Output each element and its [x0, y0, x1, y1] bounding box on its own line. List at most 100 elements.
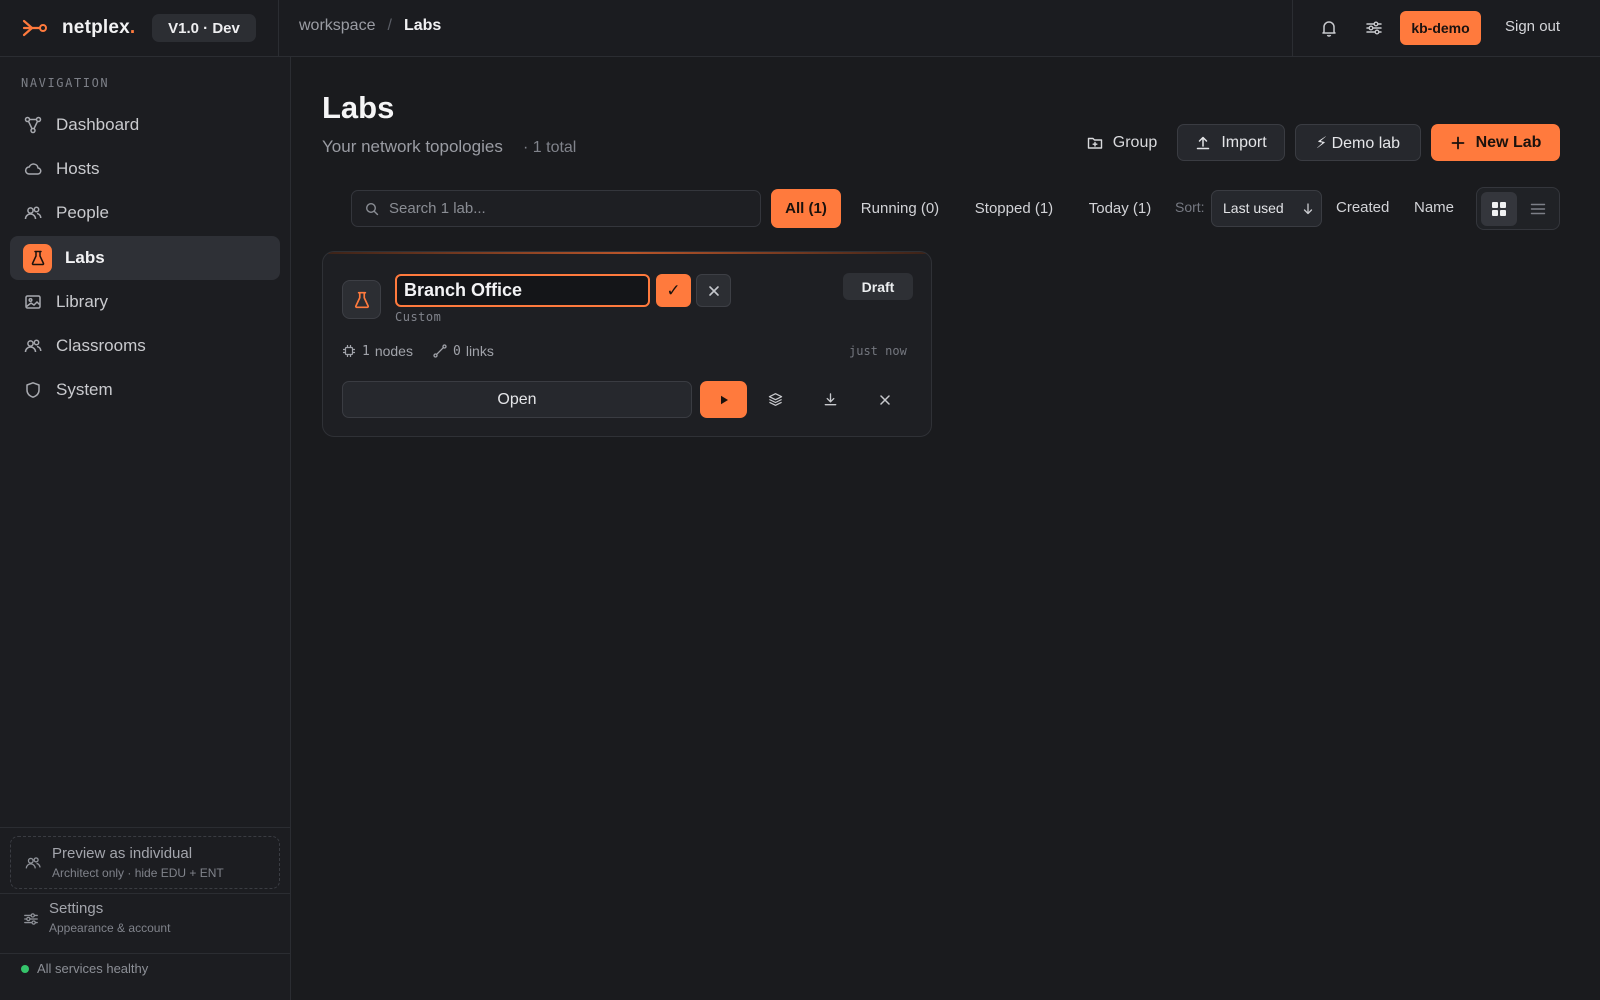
- sort-select[interactable]: Last used: [1211, 190, 1322, 227]
- service-health-status: All services healthy: [21, 961, 148, 976]
- brand-dot: .: [129, 17, 136, 38]
- sidebar-item-system[interactable]: System: [10, 368, 280, 412]
- people-icon: [24, 204, 42, 222]
- grid-view-button[interactable]: [1481, 192, 1517, 226]
- image-icon: [24, 293, 42, 311]
- links-label: links: [465, 343, 494, 359]
- list-view-button[interactable]: [1520, 192, 1556, 226]
- new-lab-button[interactable]: New Lab: [1431, 124, 1560, 161]
- sidebar-item-classrooms[interactable]: Classrooms: [10, 324, 280, 368]
- new-lab-label: New Lab: [1475, 133, 1542, 151]
- nav-heading: NAVIGATION: [21, 76, 110, 90]
- chip-icon: [342, 344, 356, 358]
- top-bar: netplex. V1.0 · Dev workspace / Labs kb-…: [0, 0, 1600, 57]
- group-button[interactable]: Group: [1076, 124, 1168, 161]
- sort-option-name[interactable]: Name: [1414, 199, 1454, 216]
- sign-out-button[interactable]: Sign out: [1505, 18, 1560, 35]
- flask-icon: [342, 280, 381, 319]
- search-input[interactable]: [389, 191, 749, 226]
- start-lab-button[interactable]: [700, 381, 747, 418]
- topology-icon: [24, 116, 42, 134]
- confirm-rename-button[interactable]: ✓: [656, 274, 691, 307]
- divider: [0, 827, 291, 828]
- sidebar-item-library[interactable]: Library: [10, 280, 280, 324]
- plus-icon: [1450, 135, 1466, 151]
- last-used-time: just now: [849, 344, 907, 358]
- notifications-button[interactable]: [1317, 16, 1341, 40]
- lab-count: · 1 total: [523, 139, 577, 156]
- layers-icon: [768, 393, 782, 406]
- sidebar-item-dashboard[interactable]: Dashboard: [10, 103, 280, 147]
- cancel-rename-button[interactable]: [696, 274, 731, 307]
- nodes-label: nodes: [374, 343, 413, 359]
- search-field[interactable]: [351, 190, 761, 227]
- preview-title: Preview as individual: [52, 845, 193, 862]
- preview-subtitle: Architect only · hide EDU + ENT: [52, 866, 224, 880]
- group-label: Group: [1112, 133, 1158, 151]
- page-subtitle: Your network topologies: [322, 137, 503, 156]
- sort-option-created[interactable]: Created: [1336, 199, 1389, 216]
- delete-lab-button[interactable]: [865, 381, 905, 418]
- links-count: 0: [453, 343, 461, 359]
- preview-as-individual-toggle[interactable]: Preview as individual Architect only · h…: [10, 836, 280, 889]
- download-button[interactable]: [810, 381, 850, 418]
- preferences-button[interactable]: [1362, 16, 1386, 40]
- link-icon: [433, 344, 447, 358]
- health-label: All services healthy: [37, 961, 149, 976]
- filter-running[interactable]: Running (0): [850, 189, 950, 228]
- list-icon: [1530, 203, 1546, 215]
- breadcrumb: workspace / Labs: [299, 17, 441, 35]
- user-chip[interactable]: kb-demo: [1400, 11, 1481, 45]
- settings-subtitle: Appearance & account: [49, 921, 171, 935]
- sidebar-item-label: Classrooms: [56, 336, 146, 355]
- play-icon: [720, 395, 728, 404]
- search-icon: [365, 202, 379, 216]
- close-icon: [880, 394, 890, 405]
- page-title: Labs: [322, 90, 395, 125]
- sliders-icon: [23, 911, 41, 929]
- arrow-down-icon: [1302, 202, 1314, 216]
- divider: [0, 893, 291, 894]
- bell-icon: [1322, 21, 1336, 37]
- filter-today[interactable]: Today (1): [1078, 189, 1162, 228]
- nodes-count: 1: [362, 343, 370, 359]
- status-dot-icon: [21, 964, 29, 973]
- classroom-icon: [24, 337, 42, 355]
- divider: [278, 0, 279, 57]
- people-icon: [25, 855, 43, 873]
- download-icon: [824, 393, 836, 406]
- cloud-icon: [24, 160, 42, 178]
- open-lab-button[interactable]: Open: [342, 381, 692, 418]
- sidebar-item-people[interactable]: People: [10, 191, 280, 235]
- demo-lab-label: ⚡ Demo lab: [1315, 134, 1401, 152]
- breadcrumb-current: Labs: [403, 17, 442, 34]
- view-toggle: [1476, 187, 1560, 230]
- sort-label: Sort:: [1175, 199, 1205, 215]
- import-label: Import: [1221, 133, 1267, 151]
- filter-stopped[interactable]: Stopped (1): [963, 189, 1065, 228]
- sidebar-item-label: Dashboard: [56, 115, 140, 134]
- settings-title: Settings: [49, 900, 104, 917]
- upload-icon: [1195, 135, 1211, 151]
- breadcrumb-root[interactable]: workspace: [299, 17, 375, 35]
- layers-button[interactable]: [755, 381, 795, 418]
- flask-icon: [23, 243, 52, 273]
- sidebar-item-label: People: [56, 203, 109, 222]
- lab-name-input[interactable]: [395, 274, 650, 307]
- sliders-icon: [1366, 21, 1382, 35]
- sidebar-item-hosts[interactable]: Hosts: [10, 147, 280, 191]
- sidebar: NAVIGATION Dashboard Hosts People Labs L…: [0, 57, 291, 1000]
- sidebar-item-labs[interactable]: Labs: [10, 236, 280, 280]
- links-stat: 0 links: [433, 343, 494, 359]
- import-button[interactable]: Import: [1177, 124, 1285, 161]
- nodes-stat: 1 nodes: [342, 343, 413, 359]
- folder-plus-icon: [1087, 135, 1103, 151]
- settings-link[interactable]: Settings Appearance & account: [10, 897, 280, 943]
- filter-all[interactable]: All (1): [771, 189, 841, 228]
- version-badge[interactable]: V1.0 · Dev: [152, 14, 256, 42]
- sidebar-item-label: System: [56, 380, 113, 399]
- divider: [0, 953, 291, 954]
- brand[interactable]: netplex.: [22, 15, 135, 41]
- demo-lab-button[interactable]: ⚡ Demo lab: [1295, 124, 1421, 161]
- lab-card[interactable]: ✓ Custom Draft 1 nodes 0 links just now …: [322, 251, 932, 437]
